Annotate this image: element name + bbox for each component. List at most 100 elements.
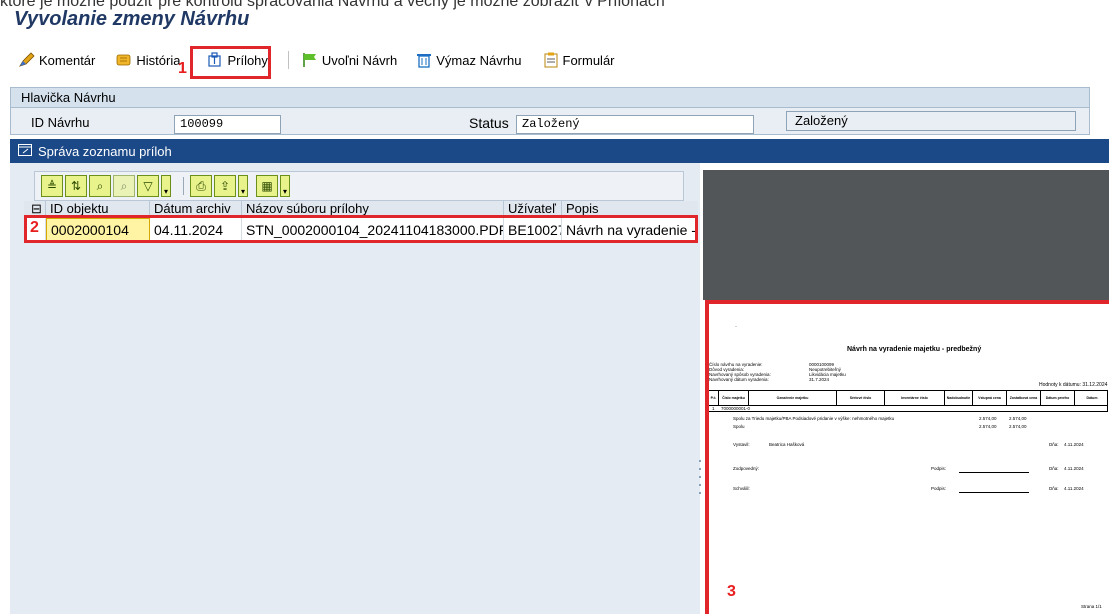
sort-icon[interactable]: ⇅ [65,175,87,197]
doc-sum-label: Spolu [733,424,745,429]
doc-row-no: 1 [712,406,715,411]
comment-button[interactable]: Komentár [12,47,101,73]
annotation-number-3: 3 [727,583,736,600]
doc-total-label: Spolu za Triedu majetku/PBA Podsiadové p… [733,416,895,421]
attachments-dialog-title: Správa zoznamu príloh [10,139,1109,163]
meta-label-4: Navrhovaný dátum vyradenia: [709,377,769,382]
row-user-cell[interactable]: BE100271 [504,218,562,241]
doc-author-name: Beatrica Hašková [769,442,805,447]
document-asset-table: P.č. Číslo majetku Označenie majetku Sér… [709,390,1108,412]
annotation-number-1: 1 [178,60,187,77]
dialog-window-icon [18,143,32,159]
column-header-user[interactable]: Užívateľ [504,201,562,217]
proposal-id-label: ID Návrhu [31,115,90,130]
doc-approved-label: Zodpovedný: [733,466,760,471]
doc-col-4: Sériové číslo [837,391,885,405]
layout-dropdown-icon[interactable]: ▾ [280,175,290,197]
form-icon [542,52,560,68]
doc-sign-label-1: Podpis: [931,466,947,471]
header-panel-title: Hlavička Návrhu [11,88,1089,108]
proposal-id-field[interactable]: 100099 [174,115,281,134]
doc-col-6: Nadobudnutie [945,391,973,405]
meta-value-4: 31.7.2024 [809,377,830,382]
doc-col-8: Zostatková cena [1007,391,1041,405]
doc-signature-line-2 [959,492,1029,493]
export-icon[interactable]: ⇪ [214,175,236,197]
history-label: História [136,52,181,68]
layout-icon[interactable]: ▦ [256,175,278,197]
doc-col-3: Označenie majetku [749,391,837,405]
flag-icon [301,52,319,68]
page-title: Vyvolanie zmeny Návrhu [14,8,250,30]
attachments-grid-header: ⊟ ID objektu Dátum archiv Názov súboru p… [24,201,698,218]
doc-row-asset: 7000000001-0 [721,406,751,411]
attachments-icon [206,52,224,68]
column-header-filename[interactable]: Názov súboru prílohy [242,201,504,217]
attachments-label: Prílohy [227,52,268,68]
print-icon[interactable]: ⎙ [190,175,212,197]
doc-col-9: Dátum prvého [1041,391,1075,405]
pdf-viewer-background [703,170,1109,300]
delete-proposal-button[interactable]: Výmaz Návrhu [409,47,527,73]
export-dropdown-icon[interactable]: ▾ [238,175,248,197]
dialog-title-text: Správa zoznamu príloh [38,143,172,159]
doc-sum-price-2: 2.574,00 [1009,424,1027,429]
pane-splitter[interactable] [698,440,702,520]
doc-col-2: Číslo majetku [719,391,749,405]
filter-icon[interactable]: ▽ [137,175,159,197]
column-header-date[interactable]: Dátum archiv [150,201,242,217]
select-all-icon[interactable]: ⊟ [24,201,46,217]
doc-sum-price-1: 2.574,00 [979,424,997,429]
doc-col-7: Vstupná cena [973,391,1007,405]
doc-col-1: P.č. [709,391,719,405]
doc-date-value-3: 4.11.2024 [1064,486,1084,491]
column-header-id[interactable]: ID objektu [46,201,150,217]
doc-col-5: Inventárne číslo [885,391,945,405]
main-toolbar: Komentár História 1 Prílohy Uvoľni Návrh… [0,42,1109,78]
history-scroll-icon [115,52,133,68]
row-date-cell[interactable]: 04.11.2024 [150,218,242,241]
comment-pencil-icon [18,52,36,68]
release-proposal-label: Uvoľni Návrh [321,52,398,68]
row-id-cell[interactable]: 0002000104 [46,218,150,241]
doc-approver-label: Schválil: [733,486,750,491]
attachments-button[interactable]: Prílohy [200,47,273,73]
document-title: Návrh na vyradenie majetku - predbežný [847,346,982,353]
form-label: Formulár [562,52,615,68]
values-date: Hodnoty k dátumu: 31.12.2024 [1039,382,1108,388]
status-label: Status [469,115,509,131]
proposal-header-panel: Hlavička Návrhu ID Návrhu 100099 Status … [10,87,1090,135]
status-description: Založený [786,111,1076,131]
page-dot: · [735,324,737,330]
delete-proposal-label: Výmaz Návrhu [436,52,522,68]
comment-label: Komentár [39,52,96,68]
detail-icon[interactable]: ≜ [41,175,63,197]
history-button[interactable]: História [109,47,186,73]
doc-author-label: Vystavil: [733,442,750,447]
doc-col-10: Dátum [1086,396,1098,400]
table-row[interactable]: 0002000104 04.11.2024 STN_0002000104_202… [24,218,698,241]
form-button[interactable]: Formulár [536,47,621,73]
annotation-number-2: 2 [30,219,39,236]
release-proposal-button[interactable]: Uvoľni Návrh [295,47,403,73]
doc-page-footer: Strana 1/1 [1081,604,1102,609]
find-icon[interactable]: ⌕ [89,175,111,197]
doc-sign-label-2: Podpis: [931,486,947,491]
trash-icon [415,52,433,68]
pdf-preview-page[interactable]: · Návrh na vyradenie majetku - predbežný… [705,300,1109,614]
toolbar-separator [287,51,289,69]
doc-date-label-3: Dňa: [1049,486,1059,491]
column-header-description[interactable]: Popis [562,201,698,217]
doc-date-value-1: 4.11.2024 [1064,442,1084,447]
doc-signature-line-1 [959,472,1029,473]
doc-date-label-2: Dňa: [1049,466,1059,471]
row-filename-cell[interactable]: STN_0002000104_20241104183000.PDF [242,218,504,241]
doc-total-price-2: 2.574,00 [1009,416,1027,421]
filter-dropdown-icon[interactable]: ▾ [161,175,171,197]
doc-date-label-1: Dňa: [1049,442,1059,447]
row-description-cell[interactable]: Návrh na vyradenie - p [562,218,698,241]
doc-total-price-1: 2.574,00 [979,416,997,421]
find-next-icon[interactable]: ⌕ [113,175,135,197]
grid-toolbar-separator [183,177,184,195]
status-field[interactable]: Založený [516,115,754,134]
